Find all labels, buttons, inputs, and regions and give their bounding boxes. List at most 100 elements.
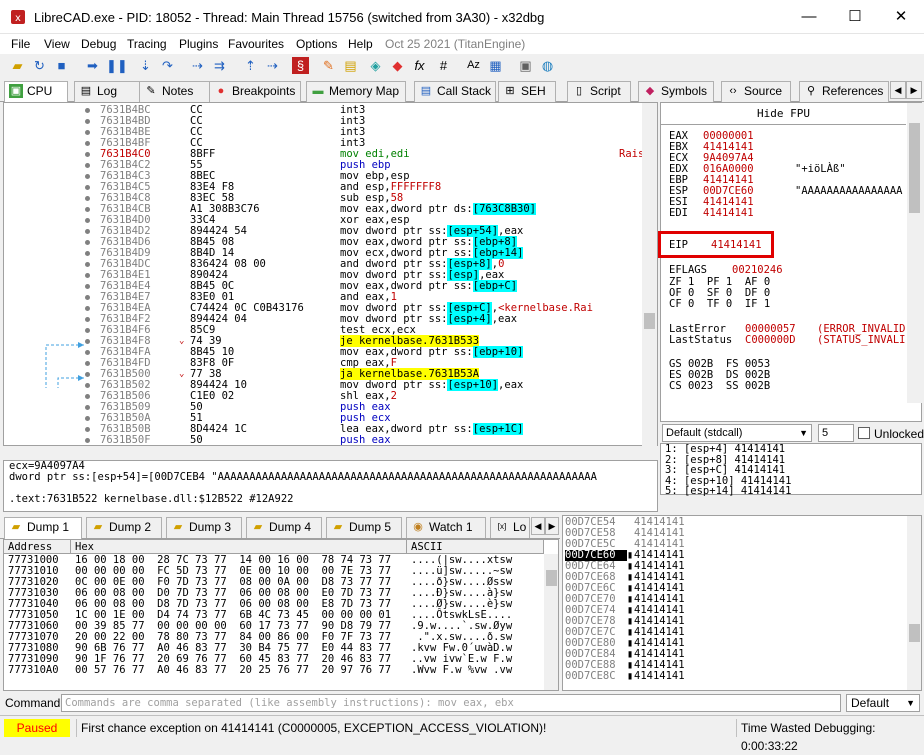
scylla-icon[interactable]: § — [292, 57, 309, 74]
help-globe-icon[interactable]: ◍ — [539, 57, 556, 74]
run-icon[interactable]: ➡ — [84, 57, 101, 74]
breakpoint-dot-icon[interactable] — [85, 207, 90, 212]
breakpoint-dot-icon[interactable] — [85, 295, 90, 300]
execute-till-return-icon[interactable]: ⇡ — [242, 57, 259, 74]
stack-row[interactable]: 00D7CE8C ▮41414141 — [565, 671, 685, 682]
breakpoint-dot-icon[interactable] — [85, 130, 90, 135]
breakpoint-dot-icon[interactable] — [85, 152, 90, 157]
breakpoint-dot-icon[interactable] — [85, 185, 90, 190]
disassembly-scrollbar[interactable] — [642, 103, 657, 446]
register-eflags[interactable]: EFLAGS 00210246 — [669, 265, 783, 276]
trace-over-icon[interactable]: ⇉ — [211, 57, 228, 74]
breakpoint-dot-icon[interactable] — [85, 427, 90, 432]
dump-row[interactable]: 777310A0 00 57 76 77 A0 46 83 77 20 25 76… — [4, 665, 544, 676]
step-into-icon[interactable]: ⇣ — [137, 57, 154, 74]
breakpoint-dot-icon[interactable] — [85, 163, 90, 168]
menu-tracing[interactable]: Tracing — [127, 37, 167, 51]
segment-row[interactable]: CS 0023 SS 002B — [669, 381, 770, 392]
tab-notes[interactable]: ✎ Notes — [139, 81, 219, 102]
breakpoint-dot-icon[interactable] — [85, 438, 90, 443]
tab-script[interactable]: ▯ Script — [567, 81, 631, 102]
flags-row[interactable]: CF 0 TF 0 IF 1 — [669, 299, 770, 310]
maximize-button[interactable]: ☐ — [832, 0, 878, 34]
unlocked-checkbox[interactable] — [858, 427, 870, 439]
settings-icon[interactable]: ▣ — [517, 57, 534, 74]
open-icon[interactable]: ▰ — [9, 57, 26, 74]
bookmarks-icon[interactable]: ◆ — [389, 57, 406, 74]
menu-plugins[interactable]: Plugins — [179, 37, 218, 51]
stack-view[interactable]: 00D7CE54 41414141 00D7CE58 41414141 00D7CE… — [562, 515, 922, 691]
arg-count-stepper[interactable]: 5 — [818, 424, 854, 442]
breakpoint-dot-icon[interactable] — [85, 284, 90, 289]
tab-dump-3[interactable]: ▰ Dump 3 — [166, 517, 242, 538]
dump-header-ascii[interactable]: ASCII — [407, 540, 544, 554]
close-button[interactable]: ✕ — [878, 0, 924, 34]
breakpoint-dot-icon[interactable] — [85, 108, 90, 113]
breakpoint-dot-icon[interactable] — [85, 174, 90, 179]
breakpoint-dot-icon[interactable] — [85, 240, 90, 245]
restart-icon[interactable]: ↻ — [31, 57, 48, 74]
comments-icon[interactable]: ▤ — [342, 57, 359, 74]
dump-scrollbar[interactable] — [544, 554, 558, 690]
stop-icon[interactable]: ■ — [53, 57, 70, 74]
tabs-scroll-right[interactable]: ▶ — [906, 81, 922, 99]
tab-dump-1[interactable]: ▰ Dump 1 — [4, 517, 82, 539]
tab-dump-4[interactable]: ▰ Dump 4 — [246, 517, 322, 538]
register-row[interactable]: EDI 41414141 — [669, 208, 795, 219]
calling-convention-select[interactable]: Default (stdcall) ▼ — [662, 424, 812, 442]
tab-seh[interactable]: ⊞ SEH — [498, 81, 556, 102]
breakpoint-dot-icon[interactable] — [85, 405, 90, 410]
breakpoint-dot-icon[interactable] — [85, 196, 90, 201]
breakpoint-dot-icon[interactable] — [85, 317, 90, 322]
run-to-user-code-icon[interactable]: ⇢ — [264, 57, 281, 74]
stack-arguments[interactable]: 1: [esp+4] 41414141 2: [esp+8] 41414141 … — [660, 443, 922, 496]
dump-header-address[interactable]: Address — [4, 540, 71, 554]
variables-icon[interactable]: # — [435, 57, 452, 74]
tab-breakpoints[interactable]: ● Breakpoints — [209, 81, 301, 102]
tab-source[interactable]: ‹› Source — [721, 81, 791, 102]
disasm-row[interactable]: 7631B50F 50 push eax — [4, 435, 657, 445]
breakpoint-dot-icon[interactable] — [85, 262, 90, 267]
breakpoint-dot-icon[interactable] — [85, 306, 90, 311]
menu-options[interactable]: Options — [296, 37, 337, 51]
calculator-icon[interactable]: ▦ — [487, 57, 504, 74]
breakpoint-dot-icon[interactable] — [85, 394, 90, 399]
tab-call-stack[interactable]: ▤ Call Stack — [414, 81, 496, 102]
tab-locals[interactable]: [x] Lo — [490, 517, 530, 538]
tab-dump-2[interactable]: ▰ Dump 2 — [86, 517, 162, 538]
info-box[interactable]: ecx=9A4097A4 dword ptr ss:[esp+54]=[00D7… — [3, 460, 658, 512]
last-status-row[interactable]: LastStatus C000000D (STATUS_INVALI — [669, 335, 906, 346]
find-strings-icon[interactable]: Az — [465, 57, 482, 74]
functions-icon[interactable]: fx — [411, 57, 428, 74]
breakpoint-dot-icon[interactable] — [85, 251, 90, 256]
disassembly-view[interactable]: 7631B4BC CC int3 7631B4BD CC int3 7631B4BE CC in… — [3, 102, 658, 446]
dump-header-hex[interactable]: Hex — [71, 540, 407, 554]
registers-scrollbar[interactable] — [907, 103, 922, 403]
tab-cpu[interactable]: ▣ CPU — [4, 81, 68, 103]
breakpoint-dot-icon[interactable] — [85, 119, 90, 124]
menu-file[interactable]: File — [11, 37, 30, 51]
command-mode-select[interactable]: Default ▼ — [846, 694, 920, 712]
patches-icon[interactable]: ✎ — [320, 57, 337, 74]
command-input[interactable]: Commands are comma separated (like assem… — [61, 694, 841, 712]
dump-tabs-scroll-left[interactable]: ◀ — [531, 517, 545, 535]
breakpoint-dot-icon[interactable] — [85, 218, 90, 223]
menu-favourites[interactable]: Favourites — [228, 37, 284, 51]
memory-dump[interactable]: Address Hex ASCII 77731000 16 00 18 00 28… — [3, 539, 559, 691]
breakpoint-dot-icon[interactable] — [85, 229, 90, 234]
breakpoint-dot-icon[interactable] — [85, 416, 90, 421]
tab-log[interactable]: ▤ Log — [74, 81, 146, 102]
minimize-button[interactable]: — — [786, 0, 832, 34]
hide-fpu-button[interactable]: Hide FPU — [661, 103, 906, 125]
breakpoint-dot-icon[interactable] — [85, 141, 90, 146]
tab-references[interactable]: ⚲ References — [799, 81, 889, 102]
tab-dump-5[interactable]: ▰ Dump 5 — [326, 517, 402, 538]
menu-help[interactable]: Help — [348, 37, 373, 51]
pause-icon[interactable]: ❚❚ — [106, 57, 128, 74]
tab-watch-1[interactable]: ◉ Watch 1 — [406, 517, 486, 538]
menu-debug[interactable]: Debug — [81, 37, 116, 51]
tabs-scroll-left[interactable]: ◀ — [890, 81, 906, 99]
step-over-icon[interactable]: ↷ — [159, 57, 176, 74]
stack-scrollbar[interactable] — [907, 516, 921, 690]
tab-memory-map[interactable]: ▬ Memory Map — [306, 81, 406, 102]
